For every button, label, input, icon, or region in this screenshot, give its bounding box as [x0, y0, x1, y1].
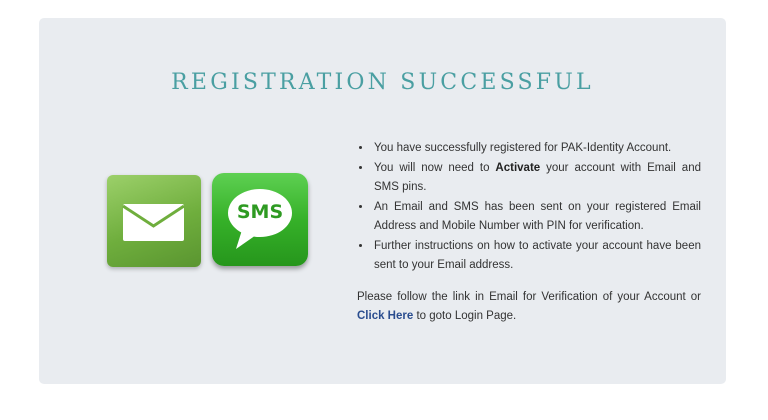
notification-icons: SMS [107, 173, 312, 273]
list-item: An Email and SMS has been sent on your r… [372, 198, 701, 237]
message-list: You have successfully registered for PAK… [357, 139, 701, 276]
activate-emphasis: Activate [495, 161, 541, 174]
page-title: REGISTRATION SUCCESSFUL [171, 70, 594, 95]
login-link[interactable]: Click Here [357, 310, 413, 322]
sms-speech-bubble-icon: SMS [212, 173, 308, 266]
list-item: Further instructions on how to activate … [372, 237, 701, 276]
verification-note: Please follow the link in Email for Veri… [357, 290, 701, 323]
registration-details: You have successfully registered for PAK… [357, 139, 701, 327]
envelope-icon [107, 175, 201, 267]
registration-panel: REGISTRATION SUCCESSFUL SMS You have suc… [39, 18, 726, 384]
list-item: You will now need to Activate your accou… [372, 159, 701, 198]
list-item: You have successfully registered for PAK… [372, 139, 701, 159]
